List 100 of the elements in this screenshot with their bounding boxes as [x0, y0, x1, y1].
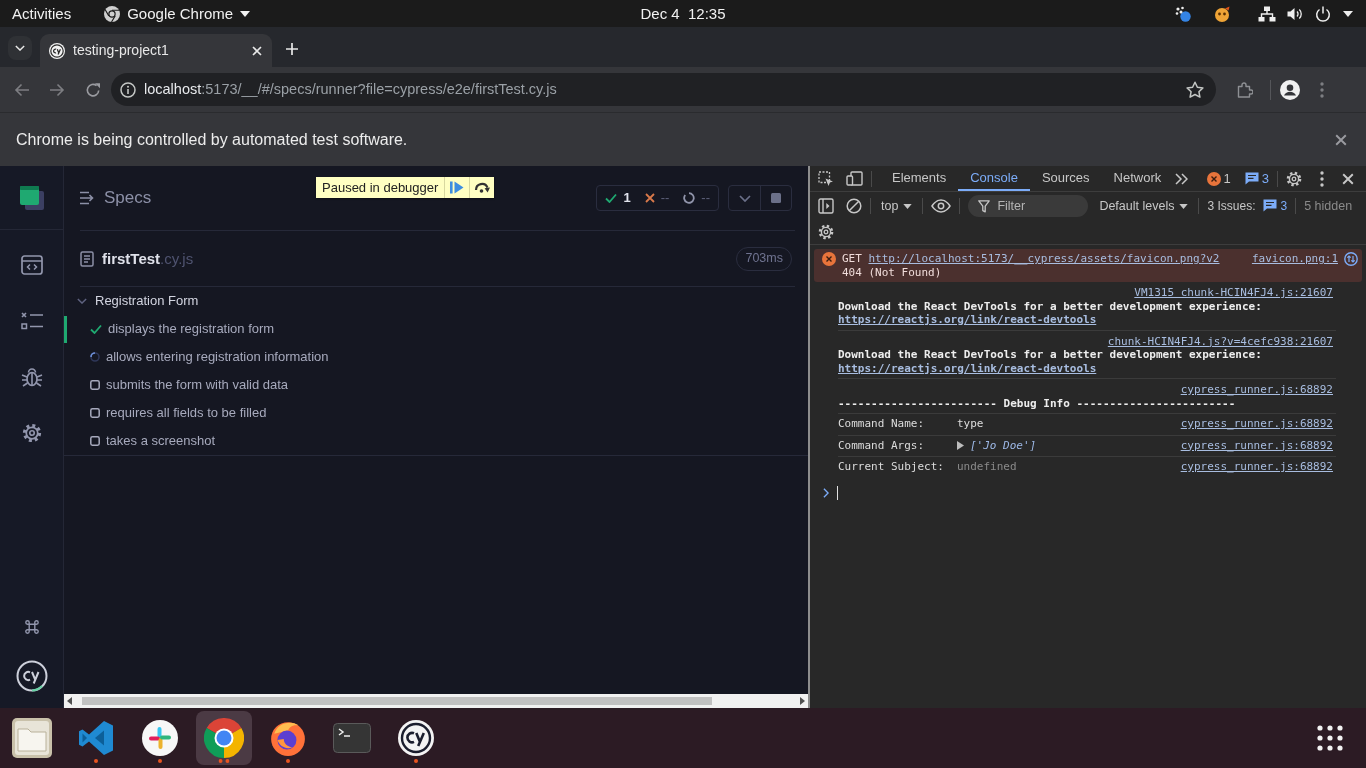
info-icon[interactable]: [120, 81, 136, 98]
test-title[interactable]: displays the registration form: [108, 321, 275, 337]
source-link[interactable]: cypress_runner.js:68892: [1180, 460, 1333, 474]
dock-launcher[interactable]: [196, 711, 252, 765]
collapse-caret-icon[interactable]: [77, 298, 87, 304]
expand-triangle-icon[interactable]: [957, 440, 964, 450]
clear-console-icon[interactable]: [846, 198, 862, 214]
reload-icon[interactable]: [85, 81, 101, 98]
levels-dropdown[interactable]: Default levels: [1097, 198, 1191, 214]
debug-heading: ------------------------ Debug Info ------------------------: [838, 396, 1237, 410]
issues-count[interactable]: 3: [1280, 198, 1288, 214]
power-icon[interactable]: [1315, 5, 1331, 22]
log-message: Download the React DevTools for a better development experience: https://reactjs.org/link/react-devtools: [838, 348, 1263, 375]
new-tab-icon[interactable]: [286, 43, 298, 55]
message-count[interactable]: 3: [1261, 170, 1269, 187]
bug-icon[interactable]: [20, 366, 43, 388]
spec-file-name[interactable]: firstTest.cy.js: [102, 249, 194, 268]
console-settings-icon[interactable]: [818, 224, 834, 240]
test-title[interactable]: takes a screenshot: [106, 433, 216, 449]
more-tabs-icon[interactable]: [1175, 172, 1189, 185]
devtools-tab[interactable]: Elements: [880, 166, 959, 191]
error-icon: [822, 252, 836, 266]
caret-icon[interactable]: [1343, 10, 1353, 17]
passed-check-icon: [90, 324, 102, 334]
activities-button[interactable]: Activities: [0, 4, 72, 23]
settings-icon[interactable]: [21, 423, 42, 443]
devtools-tab[interactable]: Console: [958, 166, 1030, 191]
filter-field[interactable]: Filter: [968, 195, 1089, 217]
hidden-count: 5 hidden: [1304, 198, 1353, 214]
round-tray-icon[interactable]: [1214, 5, 1230, 22]
devtools-tab[interactable]: Network: [1101, 166, 1174, 191]
field-value[interactable]: ['Jo Doe']: [970, 438, 1037, 452]
source-link[interactable]: cypress_runner.js:68892: [1180, 417, 1333, 431]
context-selector[interactable]: top: [879, 198, 915, 214]
puzzle-icon[interactable]: [1237, 81, 1253, 98]
stat-count: --: [701, 190, 710, 206]
log-message: Download the React DevTools for a better development experience: https://reactjs.org/link/react-devtools: [838, 299, 1263, 327]
infobar-message: Chrome is being controlled by automated test software.: [16, 129, 409, 150]
issues-icon[interactable]: [1263, 199, 1278, 213]
app-menu-button[interactable]: Google Chrome: [104, 4, 251, 23]
check-icon: [605, 193, 618, 203]
suite-title[interactable]: Registration Form: [95, 293, 199, 309]
devtools-link[interactable]: https://reactjs.org/link/react-devtools: [838, 313, 1097, 326]
close-icon[interactable]: [1342, 172, 1354, 185]
close-icon[interactable]: [1335, 133, 1347, 146]
command-key-icon[interactable]: [23, 619, 40, 635]
clock[interactable]: Dec 4 12:35: [640, 4, 726, 23]
scroll-right-icon[interactable]: [800, 697, 805, 705]
settings-icon[interactable]: [1286, 170, 1302, 187]
forward-icon[interactable]: [49, 82, 65, 97]
stat-count: --: [660, 190, 670, 206]
test-title[interactable]: requires all fields to be filled: [106, 405, 267, 421]
field-value: undefined: [957, 460, 1017, 474]
scroll-left-icon[interactable]: [67, 697, 72, 705]
stat-count: 1: [623, 190, 631, 206]
error-icon[interactable]: [1206, 171, 1221, 186]
field-label: Current Subject:: [838, 460, 945, 474]
eye-icon[interactable]: [931, 199, 952, 213]
field-value: type: [957, 417, 984, 431]
horizontal-scrollbar[interactable]: [64, 694, 808, 708]
test-title[interactable]: submits the form with valid data: [106, 377, 289, 393]
checklist-icon[interactable]: [20, 312, 43, 330]
inspect-icon[interactable]: [818, 170, 834, 187]
back-icon[interactable]: [14, 82, 30, 97]
cy-logo-icon[interactable]: [15, 660, 48, 692]
sparkle-tray-icon[interactable]: [1175, 5, 1191, 22]
error-count[interactable]: 1: [1223, 170, 1231, 187]
specs-list-icon: [80, 191, 96, 205]
code-editor-icon: [78, 720, 114, 756]
source-link[interactable]: favicon.png:1: [1251, 252, 1338, 266]
cross-icon: [644, 193, 655, 203]
device-toggle-icon[interactable]: [846, 171, 863, 186]
test-title[interactable]: allows entering registration information: [106, 349, 329, 365]
source-link[interactable]: VM1315 chunk-HCIN4FJ4.js:21607: [1134, 286, 1333, 300]
devtools-link[interactable]: https://reactjs.org/link/react-devtools: [838, 361, 1097, 375]
running-spinner-icon: [90, 352, 100, 362]
source-link[interactable]: chunk-HCIN4FJ4.js?v=4cefc938:21607: [1107, 334, 1333, 348]
avatar-icon[interactable]: [1280, 79, 1300, 100]
message-icon[interactable]: [1244, 172, 1259, 185]
specs-toggle-button[interactable]: Specs: [80, 187, 152, 209]
app-grid-icon[interactable]: [1317, 725, 1343, 751]
code-window-icon[interactable]: [20, 255, 43, 275]
network-icon[interactable]: [1258, 5, 1276, 22]
browser-tab[interactable]: testing-project1: [40, 34, 272, 67]
tab-list-button[interactable]: [8, 36, 32, 60]
caret-icon: [240, 10, 251, 17]
caret-icon: [903, 203, 913, 209]
project-icon[interactable]: [19, 185, 44, 210]
source-link[interactable]: cypress_runner.js:68892: [1180, 438, 1333, 452]
menu-icon[interactable]: [1320, 170, 1324, 187]
star-icon[interactable]: [1186, 81, 1204, 98]
devtools-tab[interactable]: Sources: [1029, 166, 1102, 191]
source-link[interactable]: cypress_runner.js:68892: [1180, 383, 1333, 397]
issues-label[interactable]: 3 Issues:: [1207, 198, 1256, 214]
sidebar-toggle-icon[interactable]: [818, 198, 834, 214]
address-bar[interactable]: localhost:5173/__/#/specs/runner?file=cypress/e2e/firstTest.cy.js: [111, 73, 1216, 106]
url-link[interactable]: http://localhost:5173/__cypress/assets/favicon.png?v2: [868, 252, 1220, 265]
volume-icon[interactable]: [1287, 6, 1303, 21]
pending-square-icon: [90, 436, 100, 446]
network-request-icon[interactable]: [1344, 252, 1358, 266]
